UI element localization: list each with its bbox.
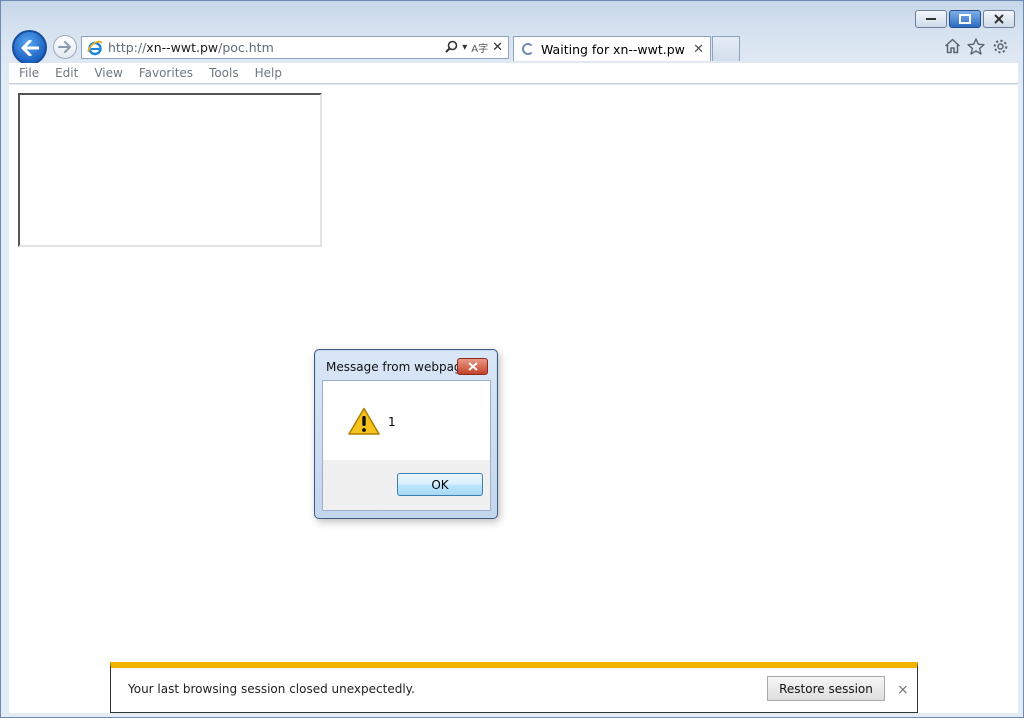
search-icon[interactable] [445, 39, 458, 57]
dialog-message: 1 [388, 415, 396, 429]
menu-file[interactable]: File [19, 66, 39, 80]
dialog-title: Message from webpage [326, 360, 469, 374]
gear-icon[interactable] [991, 37, 1009, 55]
url-path: /poc.htm [218, 40, 274, 55]
stop-icon[interactable]: ✕ [492, 40, 503, 55]
address-bar[interactable]: http://xn--wwt.pw/poc.htm ▾ A字 ✕ [81, 36, 509, 59]
menu-favorites[interactable]: Favorites [139, 66, 193, 80]
url-text[interactable]: http://xn--wwt.pw/poc.htm [108, 40, 445, 55]
compatibility-view-icon[interactable]: A字 [471, 40, 488, 55]
back-arrow-icon [21, 39, 39, 56]
notification-message: Your last browsing session closed unexpe… [128, 682, 415, 696]
home-icon[interactable] [943, 37, 961, 55]
page-content [9, 85, 1018, 713]
embedded-frame [18, 93, 322, 247]
search-dropdown-icon[interactable]: ▾ [462, 42, 467, 53]
ie-logo-icon [86, 39, 104, 57]
star-icon[interactable] [967, 37, 985, 55]
loading-spinner-icon [522, 43, 534, 55]
minimize-icon [926, 18, 936, 20]
menu-bar: File Edit View Favorites Tools Help [9, 63, 1018, 84]
forward-arrow-icon [58, 41, 71, 53]
url-domain: xn--wwt.pw [146, 40, 219, 55]
restore-session-button[interactable]: Restore session [767, 676, 885, 701]
tab-close-icon[interactable]: ✕ [693, 42, 704, 57]
warning-icon [348, 407, 380, 438]
address-tools: ▾ A字 ✕ [445, 39, 503, 57]
alert-dialog: Message from webpage 1 OK [314, 349, 498, 519]
window-close-button[interactable] [983, 10, 1015, 28]
close-icon [994, 14, 1004, 24]
close-icon [467, 362, 478, 371]
restore-icon [959, 14, 971, 24]
ok-button[interactable]: OK [397, 473, 483, 496]
back-button[interactable] [12, 30, 47, 65]
menu-edit[interactable]: Edit [55, 66, 78, 80]
minimize-button[interactable] [915, 10, 947, 28]
tab-active[interactable]: Waiting for xn--wwt.pw ✕ [513, 36, 711, 61]
notification-bar: Your last browsing session closed unexpe… [110, 662, 918, 713]
command-icons [943, 37, 1009, 55]
dialog-close-button[interactable] [457, 358, 488, 375]
new-tab-button[interactable] [712, 36, 740, 61]
menu-tools[interactable]: Tools [209, 66, 239, 80]
notification-close-icon[interactable]: × [897, 682, 909, 698]
window-caption-buttons [915, 10, 1015, 28]
url-prefix: http:// [108, 40, 147, 55]
tab-title: Waiting for xn--wwt.pw [541, 41, 685, 57]
menu-view[interactable]: View [94, 66, 122, 80]
forward-button[interactable] [53, 35, 77, 59]
dialog-body: 1 OK [322, 380, 491, 511]
menu-help[interactable]: Help [255, 66, 282, 80]
maximize-button[interactable] [949, 10, 981, 28]
browser-window: http://xn--wwt.pw/poc.htm ▾ A字 ✕ Waiting… [0, 0, 1024, 718]
dialog-footer: OK [323, 460, 490, 510]
